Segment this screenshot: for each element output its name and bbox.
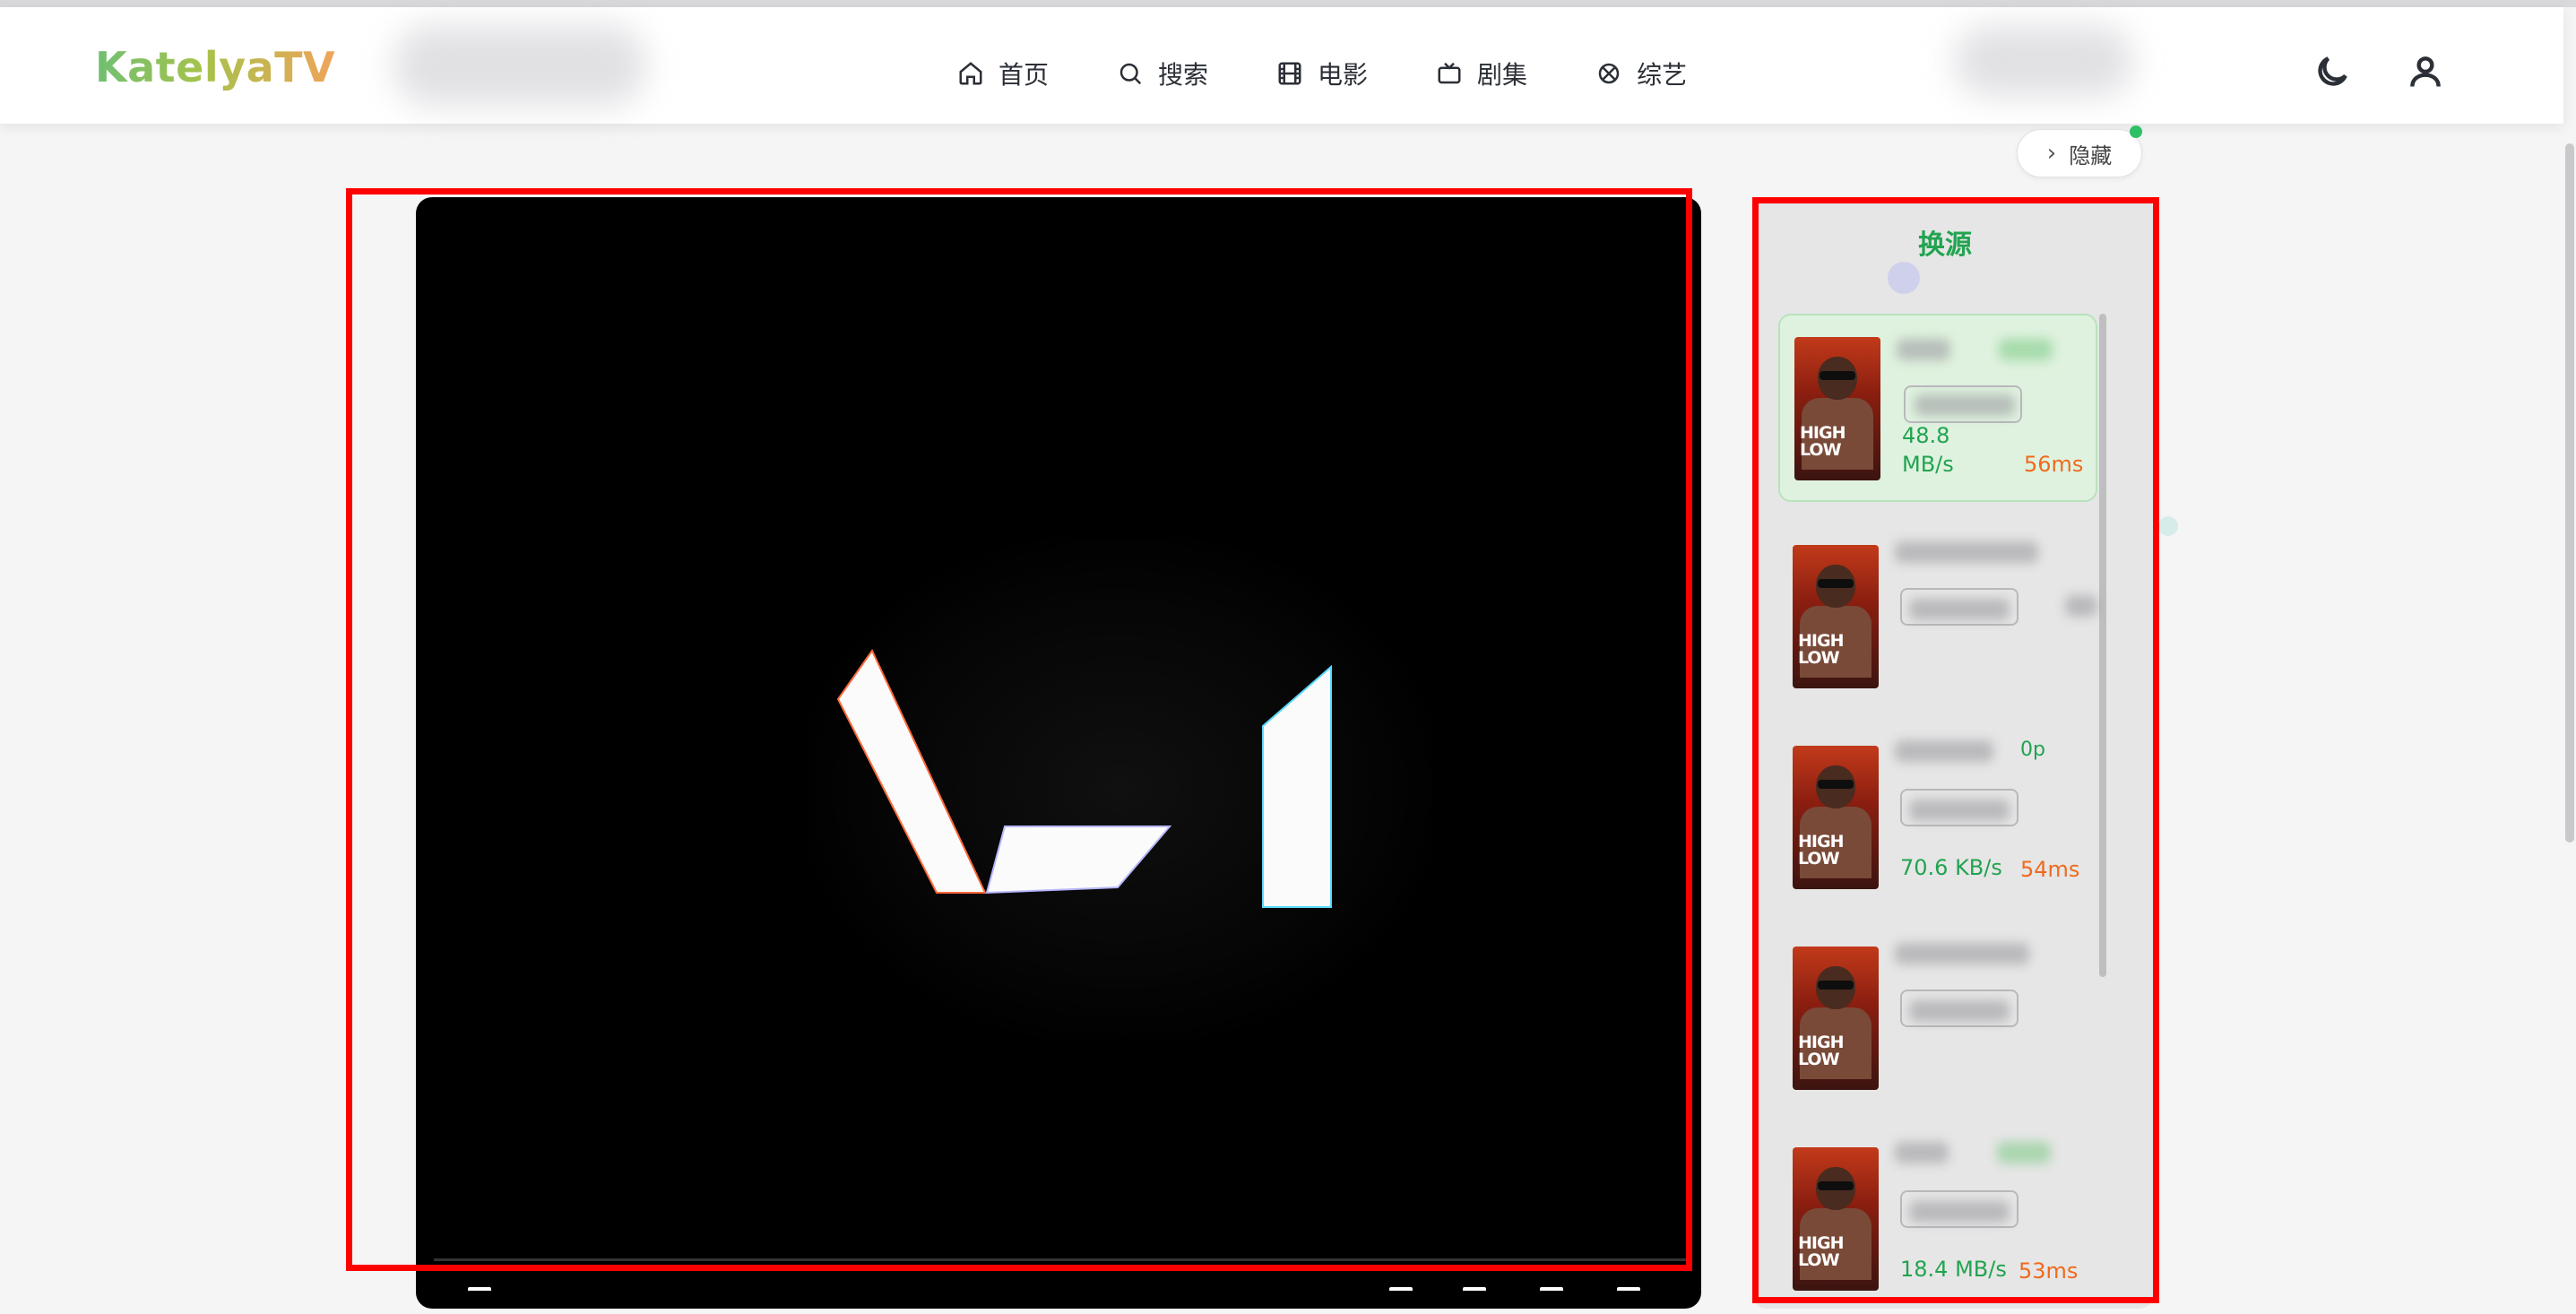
theme-toggle-button[interactable]	[2312, 52, 2352, 91]
blurred-tag-text	[1909, 800, 2010, 821]
blurred-tag-text	[1909, 1201, 2010, 1223]
webfullscreen-icon[interactable]	[1540, 1287, 1563, 1303]
source-ping: 53ms	[2018, 1258, 2079, 1284]
nav-variety[interactable]: 综艺	[1595, 48, 1687, 99]
blurred-region	[394, 25, 645, 106]
player-progress-bar[interactable]	[434, 1258, 1689, 1261]
panel-title[interactable]: 换源	[1752, 222, 2138, 262]
nav-variety-label: 综艺	[1637, 60, 1688, 90]
blurred-resolution	[1997, 1142, 2051, 1163]
page-scrollbar-thumb[interactable]	[2565, 143, 2574, 843]
blurred-source-name	[1895, 740, 1993, 762]
source-item[interactable]: HIGH LOW	[1778, 523, 2097, 712]
status-dot	[2130, 125, 2142, 138]
source-poster: HIGH LOW	[1793, 947, 1879, 1090]
blurred-source-name	[1895, 1142, 1949, 1163]
poster-title: HIGH LOW	[1798, 832, 1844, 869]
nav-search[interactable]: 搜索	[1117, 48, 1208, 99]
fullscreen-icon[interactable]	[1617, 1287, 1640, 1303]
source-speed: 48.8 MB/s	[1902, 423, 1954, 477]
hide-panel-button[interactable]: › 隐藏	[2017, 129, 2142, 177]
settings-icon[interactable]	[1389, 1287, 1413, 1303]
blurred-source-name	[1897, 339, 1950, 360]
panel-scrollbar[interactable]	[2099, 314, 2106, 977]
source-poster: HIGH LOW	[1793, 746, 1879, 889]
user-icon	[2410, 56, 2441, 87]
player-controls	[416, 1282, 1701, 1303]
app-logo[interactable]: KatelyaTV	[95, 43, 335, 91]
source-item[interactable]: HIGH LOW 18.4 MB/s 53ms	[1778, 1126, 2097, 1314]
blurred-resolution	[2065, 595, 2097, 617]
source-ping: 54ms	[2020, 857, 2080, 882]
poster-title: HIGH LOW	[1798, 1233, 1844, 1270]
nav-home-label: 首页	[998, 60, 1050, 90]
window-top-border	[0, 0, 2576, 7]
decorative-dot	[1888, 262, 1920, 294]
blurred-tag-text	[1909, 599, 2010, 620]
poster-title: HIGH LOW	[1800, 423, 1846, 460]
film-icon	[1278, 62, 1301, 85]
blurred-tag-text	[1909, 1000, 2010, 1022]
source-poster: HIGH LOW	[1793, 1147, 1879, 1291]
source-item[interactable]: HIGH LOW 48.8 MB/s 56ms	[1778, 314, 2097, 502]
blurred-source-name	[1895, 943, 2029, 964]
source-poster: HIGH LOW	[1793, 545, 1879, 688]
pip-icon[interactable]	[1463, 1287, 1486, 1303]
play-icon[interactable]	[468, 1287, 491, 1303]
home-icon	[959, 62, 982, 85]
poster-title: HIGH LOW	[1798, 631, 1844, 668]
decorative-dot	[2158, 516, 2178, 536]
hide-panel-label: 隐藏	[2069, 143, 2113, 169]
top-header: KatelyaTV 首页 搜索 电影 剧集 综艺	[0, 7, 2563, 124]
nav-movies-label: 电影	[1318, 60, 1369, 90]
source-item[interactable]: HIGH LOW 0p 70.6 KB/s 54ms	[1778, 724, 2097, 912]
loading-logo-icon	[836, 649, 1332, 908]
nav-movies[interactable]: 电影	[1276, 48, 1368, 99]
blurred-resolution	[1999, 339, 2053, 360]
source-item[interactable]: HIGH LOW	[1778, 925, 2097, 1113]
chevron-right-icon: ›	[2046, 140, 2057, 167]
nav-series-label: 剧集	[1477, 60, 1528, 90]
user-menu-button[interactable]	[2406, 52, 2445, 91]
tv-icon	[1438, 62, 1461, 84]
main-nav: 首页 搜索 电影 剧集 综艺	[957, 48, 1755, 99]
nav-search-label: 搜索	[1158, 60, 1209, 90]
variety-icon	[1598, 63, 1620, 84]
blurred-region	[1954, 25, 2133, 97]
source-resolution: 0p	[2020, 739, 2045, 761]
source-ping: 56ms	[2024, 452, 2084, 477]
poster-title: HIGH LOW	[1798, 1033, 1844, 1069]
search-icon	[1119, 63, 1142, 85]
source-speed: 70.6 KB/s	[1900, 855, 2002, 880]
blurred-tag-text	[1915, 394, 2015, 416]
nav-series[interactable]: 剧集	[1436, 48, 1527, 99]
nav-home[interactable]: 首页	[957, 48, 1049, 99]
moon-icon	[2318, 56, 2347, 86]
source-poster: HIGH LOW	[1794, 337, 1880, 480]
source-speed: 18.4 MB/s	[1900, 1257, 2007, 1282]
blurred-source-name	[1895, 541, 2038, 563]
